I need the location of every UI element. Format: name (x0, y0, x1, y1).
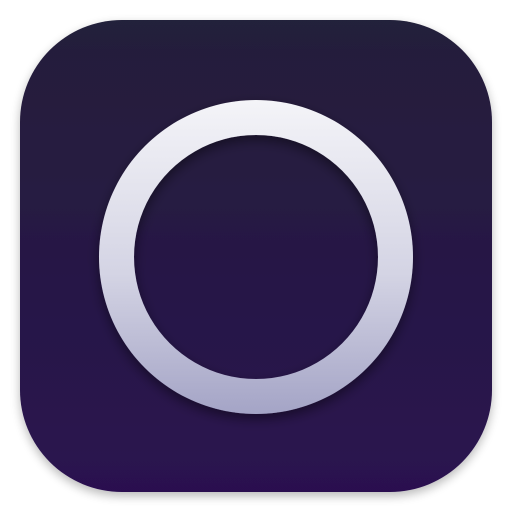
app-icon[interactable] (0, 0, 512, 512)
icon-canvas (0, 0, 512, 512)
icon-tile (20, 20, 492, 492)
